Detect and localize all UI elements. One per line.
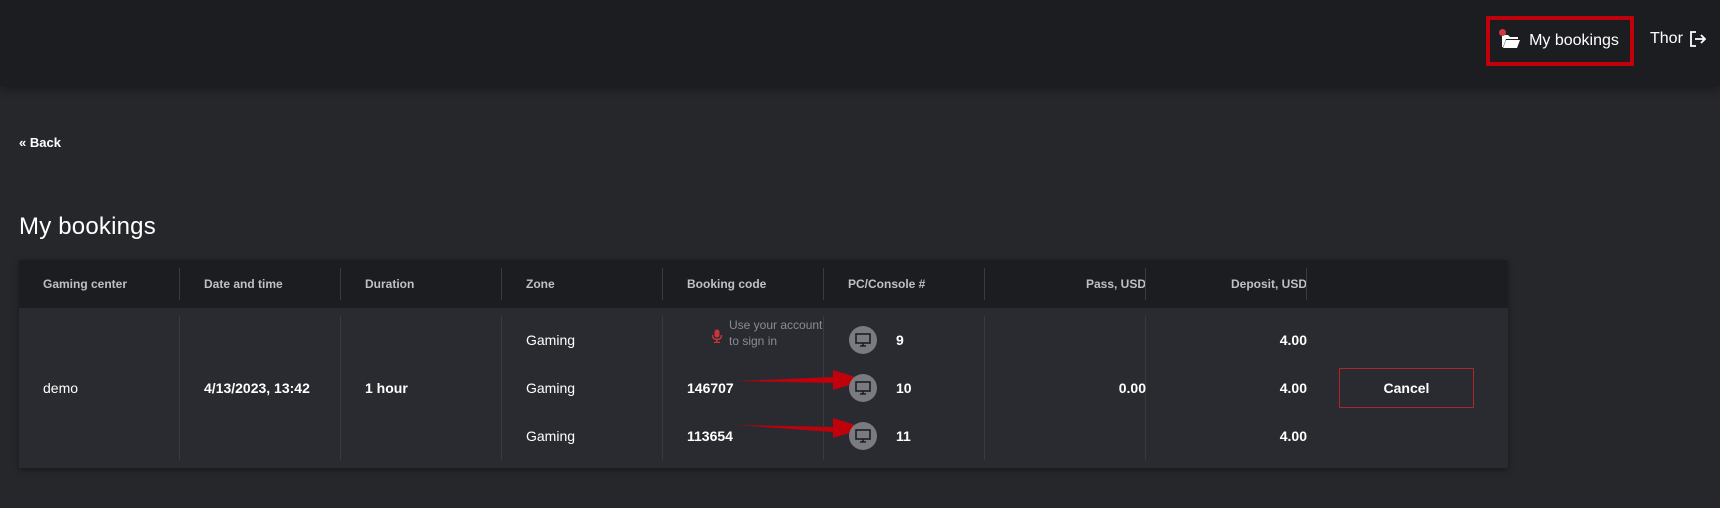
column-header-zone: Zone xyxy=(526,277,555,291)
duration-value: 1 hour xyxy=(365,380,408,396)
column-divider xyxy=(501,268,502,300)
back-link[interactable]: « Back xyxy=(19,135,61,150)
my-bookings-nav-button[interactable]: My bookings xyxy=(1486,16,1634,66)
column-divider xyxy=(662,268,663,300)
my-bookings-nav-label: My bookings xyxy=(1529,32,1619,49)
folder-open-icon xyxy=(1499,29,1521,49)
user-logout-button[interactable]: Thor xyxy=(1650,26,1707,52)
column-header-gaming-center: Gaming center xyxy=(43,277,128,291)
column-divider xyxy=(340,268,341,300)
microphone-icon xyxy=(711,329,723,343)
annotation-arrow xyxy=(737,370,865,390)
annotation-arrow xyxy=(737,418,865,438)
column-header-date-time: Date and time xyxy=(204,277,283,291)
booking-code-value: 113654 xyxy=(687,428,733,444)
bookings-table: Gaming center Date and time Duration Zon… xyxy=(19,260,1508,468)
column-divider xyxy=(179,268,180,300)
cancel-booking-button[interactable]: Cancel xyxy=(1339,368,1474,408)
column-header-pass: Pass, USD xyxy=(1085,277,1146,291)
column-divider xyxy=(1306,268,1307,300)
sign-out-icon xyxy=(1690,31,1707,47)
column-divider xyxy=(1145,268,1146,300)
column-divider xyxy=(340,316,341,460)
table-header: Gaming center Date and time Duration Zon… xyxy=(19,260,1508,308)
column-divider xyxy=(984,268,985,300)
booking-code-hint-text: Use your account to sign in xyxy=(729,318,823,348)
column-divider xyxy=(179,316,180,460)
column-header-booking-code: Booking code xyxy=(687,277,767,291)
monitor-icon xyxy=(849,326,877,354)
deposit-value: 4.00 xyxy=(1279,428,1307,444)
column-divider xyxy=(823,268,824,300)
monitor-icon xyxy=(849,374,877,402)
monitor-icon xyxy=(849,422,877,450)
gaming-center-value: demo xyxy=(43,380,79,396)
column-divider xyxy=(501,316,502,460)
column-header-deposit: Deposit, USD xyxy=(1230,277,1307,291)
column-header-pc-console: PC/Console # xyxy=(848,277,926,291)
column-header-duration: Duration xyxy=(365,277,415,291)
column-divider xyxy=(984,316,985,460)
date-time-value: 4/13/2023, 13:42 xyxy=(204,380,310,396)
pc-number: 9 xyxy=(896,332,904,348)
booking-code-hint: Use your account to sign in xyxy=(711,317,831,349)
pc-number: 10 xyxy=(896,380,912,396)
pc-number: 11 xyxy=(896,428,911,444)
zone-value: Gaming xyxy=(526,428,576,444)
deposit-value: 4.00 xyxy=(1279,332,1307,348)
top-bar: My bookings Thor xyxy=(0,0,1720,86)
user-name: Thor xyxy=(1650,30,1683,47)
zone-value: Gaming xyxy=(526,380,576,396)
zone-value: Gaming xyxy=(526,332,576,348)
column-divider xyxy=(662,316,663,460)
page-title: My bookings xyxy=(19,213,156,240)
booking-code-value: 146707 xyxy=(687,380,734,396)
deposit-value: 4.00 xyxy=(1279,380,1307,396)
pass-value: 0.00 xyxy=(1118,380,1146,396)
